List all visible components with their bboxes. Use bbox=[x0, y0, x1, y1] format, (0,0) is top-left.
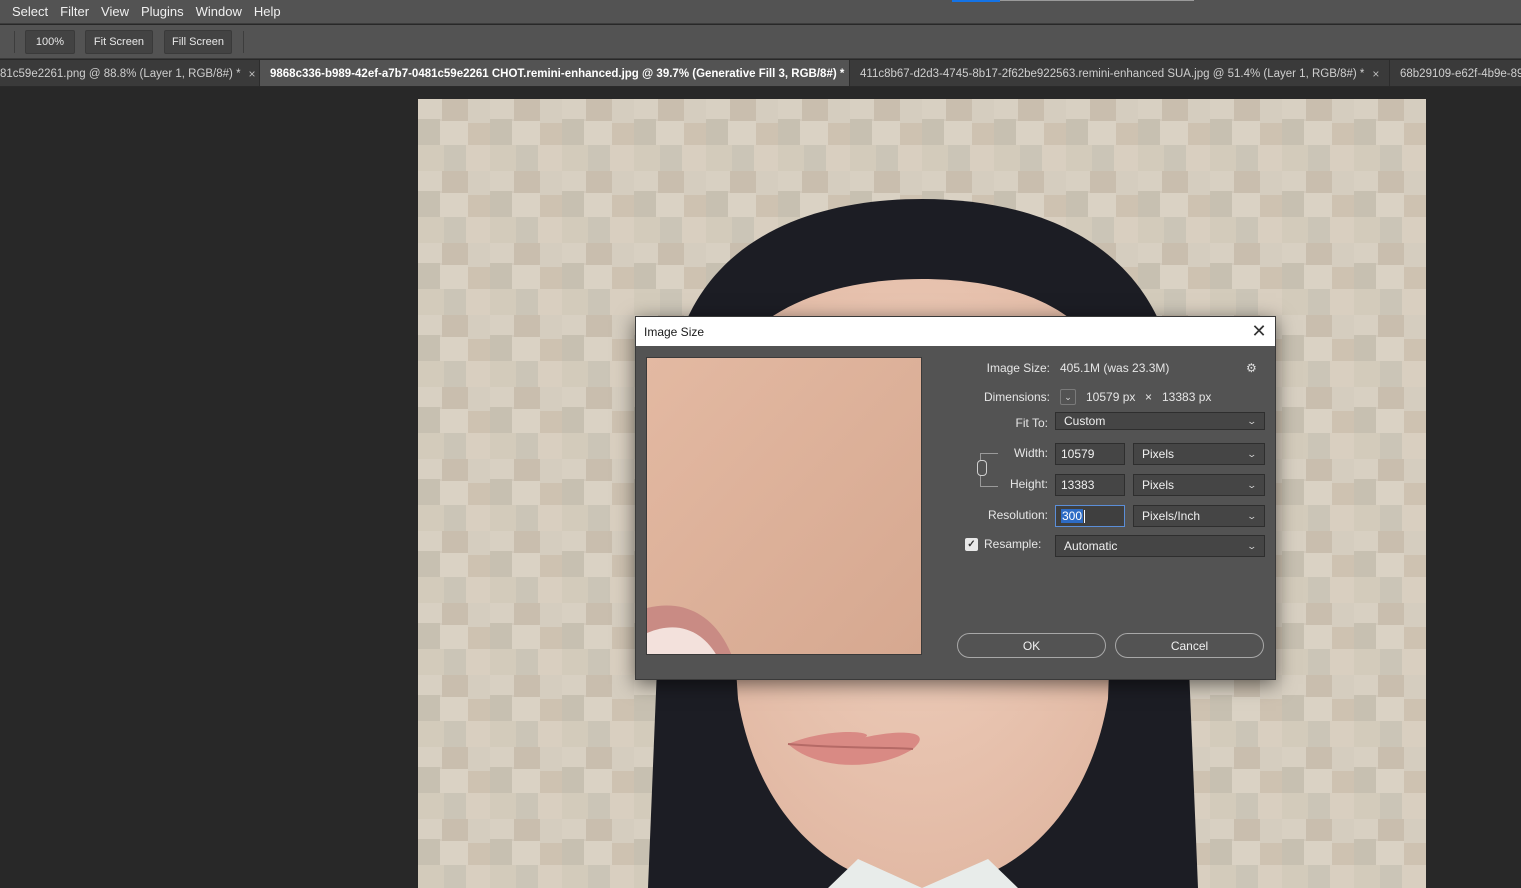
progress-accent-line bbox=[952, 0, 1000, 2]
link-chain-icon[interactable] bbox=[977, 460, 987, 476]
width-unit-dropdown[interactable]: Pixels ⌄ bbox=[1133, 443, 1265, 465]
menu-view[interactable]: View bbox=[95, 0, 135, 24]
dimensions-width: 10579 px bbox=[1086, 390, 1136, 404]
resolution-label: Resolution: bbox=[987, 508, 1048, 522]
menu-filter[interactable]: Filter bbox=[54, 0, 95, 24]
resample-value: Automatic bbox=[1064, 539, 1118, 553]
image-size-dialog: Image Size ✕ Image Size: 405.1M (was 23.… bbox=[635, 316, 1276, 680]
menu-bar: Select Filter View Plugins Window Help bbox=[0, 0, 1521, 24]
chevron-down-icon: ⌄ bbox=[1246, 479, 1258, 490]
chevron-down-icon: ⌄ bbox=[1246, 540, 1258, 551]
width-unit-value: Pixels bbox=[1142, 447, 1175, 461]
skin-preview-image bbox=[647, 358, 921, 654]
dialog-title-bar[interactable]: Image Size ✕ bbox=[636, 317, 1275, 346]
document-tab[interactable]: 81c59e2261.png @ 88.8% (Layer 1, RGB/8#)… bbox=[0, 60, 260, 86]
image-preview[interactable] bbox=[646, 357, 922, 655]
chevron-down-icon: ⌄ bbox=[1246, 510, 1258, 521]
fit-to-label: Fit To: bbox=[1015, 416, 1048, 430]
menu-plugins[interactable]: Plugins bbox=[135, 0, 190, 24]
dimensions-unit-dropdown[interactable]: ⌄ bbox=[1060, 389, 1076, 405]
zoom-100-button[interactable]: 100% bbox=[25, 30, 75, 54]
resample-checkbox[interactable]: ✓ bbox=[965, 538, 978, 551]
height-unit-value: Pixels bbox=[1142, 478, 1175, 492]
text-caret bbox=[1084, 509, 1086, 523]
fit-to-dropdown[interactable]: Custom ⌄ bbox=[1055, 412, 1265, 430]
resolution-unit-value: Pixels/Inch bbox=[1142, 509, 1201, 523]
gear-icon[interactable]: ⚙ bbox=[1246, 361, 1257, 375]
menu-select[interactable]: Select bbox=[0, 0, 54, 24]
document-tab[interactable]: 411c8b67-d2d3-4745-8b17-2f62be922563.rem… bbox=[850, 60, 1390, 86]
height-unit-dropdown[interactable]: Pixels ⌄ bbox=[1133, 474, 1265, 496]
dimensions-times: × bbox=[1145, 390, 1153, 404]
dialog-title: Image Size bbox=[644, 324, 705, 339]
width-input[interactable]: 10579 bbox=[1055, 443, 1125, 465]
fit-to-value: Custom bbox=[1064, 414, 1106, 428]
close-icon[interactable]: × bbox=[249, 67, 256, 81]
menu-window[interactable]: Window bbox=[190, 0, 248, 24]
tab-label: 9868c336-b989-42ef-a7b7-0481c59e2261 CHO… bbox=[270, 67, 845, 80]
chevron-down-icon: ⌄ bbox=[1246, 415, 1258, 426]
image-size-label: Image Size: bbox=[986, 361, 1050, 375]
resolution-selected-text: 300 bbox=[1061, 509, 1084, 523]
height-label: Height: bbox=[1009, 477, 1048, 491]
dimensions-label: Dimensions: bbox=[983, 390, 1050, 404]
resample-dropdown[interactable]: Automatic ⌄ bbox=[1055, 535, 1265, 557]
cancel-button[interactable]: Cancel bbox=[1115, 633, 1264, 658]
width-label: Width: bbox=[1013, 446, 1048, 460]
ok-button[interactable]: OK bbox=[957, 633, 1106, 658]
options-bar: 100% Fit Screen Fill Screen bbox=[0, 25, 1521, 59]
tab-label: 411c8b67-d2d3-4745-8b17-2f62be922563.rem… bbox=[860, 67, 1365, 80]
tab-label: 68b29109-e62f-4b9e-89 bbox=[1400, 67, 1521, 80]
resolution-input[interactable]: 300 bbox=[1055, 505, 1125, 527]
resample-label: Resample: bbox=[984, 537, 1042, 551]
chevron-down-icon: ⌄ bbox=[1246, 448, 1258, 459]
photoshop-window: Select Filter View Plugins Window Help 1… bbox=[0, 0, 1521, 888]
tab-label: 81c59e2261.png @ 88.8% (Layer 1, RGB/8#)… bbox=[0, 67, 241, 80]
close-icon[interactable]: ✕ bbox=[1249, 321, 1269, 341]
document-tab[interactable]: 68b29109-e62f-4b9e-89 bbox=[1390, 60, 1521, 86]
image-size-value: 405.1M (was 23.3M) bbox=[1060, 361, 1170, 375]
progress-track-line bbox=[1000, 0, 1194, 1]
document-tab-bar: 81c59e2261.png @ 88.8% (Layer 1, RGB/8#)… bbox=[0, 60, 1521, 87]
close-icon[interactable]: × bbox=[1372, 67, 1379, 81]
document-tab-active[interactable]: 9868c336-b989-42ef-a7b7-0481c59e2261 CHO… bbox=[260, 60, 859, 86]
height-input[interactable]: 13383 bbox=[1055, 474, 1125, 496]
dimensions-height: 13383 px bbox=[1162, 390, 1212, 404]
fit-screen-button[interactable]: Fit Screen bbox=[85, 30, 153, 54]
fill-screen-button[interactable]: Fill Screen bbox=[164, 30, 232, 54]
menu-help[interactable]: Help bbox=[248, 0, 287, 24]
resolution-unit-dropdown[interactable]: Pixels/Inch ⌄ bbox=[1133, 505, 1265, 527]
options-separator bbox=[14, 31, 15, 53]
options-separator bbox=[243, 31, 244, 53]
